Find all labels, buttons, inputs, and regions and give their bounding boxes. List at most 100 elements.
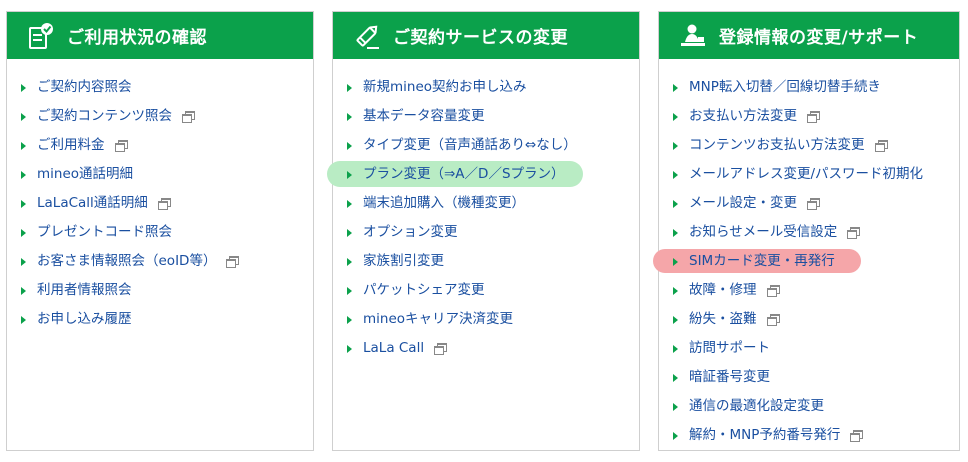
link-label[interactable]: MNP転入切替／回線切替手続き xyxy=(689,79,881,95)
link-label[interactable]: mineo通話明細 xyxy=(37,166,133,182)
list-item[interactable]: タイプ変更（音声通話あり⇔なし） xyxy=(333,131,639,160)
link-label[interactable]: 故障・修理 xyxy=(689,282,757,298)
list-item[interactable]: LaLa Call xyxy=(333,334,639,363)
list-item[interactable]: LaLaCall通話明細 xyxy=(7,189,313,218)
link-label[interactable]: 端末追加購入（機種変更） xyxy=(363,195,525,211)
person-desk-icon xyxy=(679,21,707,51)
external-window-icon xyxy=(766,314,780,326)
list-item-highlighted[interactable]: プラン変更（⇒A／D／Sプラン） xyxy=(327,160,639,189)
list-item[interactable]: 家族割引変更 xyxy=(333,247,639,276)
panel-title: ご利用状況の確認 xyxy=(67,28,207,48)
link-label[interactable]: お客さま情報照会（eoID等） xyxy=(37,253,216,269)
arrow-right-icon xyxy=(21,113,26,121)
arrow-right-icon xyxy=(673,142,678,150)
link-label[interactable]: タイプ変更（音声通話あり⇔なし） xyxy=(363,137,577,153)
list-item[interactable]: パケットシェア変更 xyxy=(333,276,639,305)
link-label[interactable]: オプション変更 xyxy=(363,224,458,240)
panel-registration-support: 登録情報の変更/サポート MNP転入切替／回線切替手続き お支払い方法変更 コン… xyxy=(653,11,960,451)
list-item[interactable]: 通信の最適化設定変更 xyxy=(659,392,959,421)
panel-header: 登録情報の変更/サポート xyxy=(659,12,959,59)
link-label[interactable]: LaLa Call xyxy=(363,340,424,356)
link-list: ご契約内容照会 ご契約コンテンツ照会 ご利用料金 mineo通話明細 LaLaC… xyxy=(7,59,313,334)
list-item[interactable]: 端末追加購入（機種変更） xyxy=(333,189,639,218)
link-list: MNP転入切替／回線切替手続き お支払い方法変更 コンテンツお支払い方法変更 メ… xyxy=(653,59,959,450)
link-label[interactable]: 紛失・盗難 xyxy=(689,311,757,327)
arrow-right-icon xyxy=(347,287,352,295)
link-label[interactable]: ご契約コンテンツ照会 xyxy=(37,108,172,124)
external-window-icon xyxy=(807,111,820,123)
list-item[interactable]: お申し込み履歴 xyxy=(7,305,313,334)
list-item[interactable]: メール設定・変更 xyxy=(659,189,959,218)
link-label[interactable]: 暗証番号変更 xyxy=(689,369,770,385)
external-window-icon xyxy=(807,198,820,210)
arrow-right-icon xyxy=(347,229,352,237)
arrow-right-icon xyxy=(347,171,352,179)
list-item[interactable]: お知らせメール受信設定 xyxy=(659,218,959,247)
list-item[interactable]: お支払い方法変更 xyxy=(659,102,959,131)
panel-title: 登録情報の変更/サポート xyxy=(719,28,919,48)
list-item[interactable]: mineo通話明細 xyxy=(7,160,313,189)
list-item[interactable]: プレゼントコード照会 xyxy=(7,218,313,247)
link-label[interactable]: メールアドレス変更/パスワード初期化 xyxy=(689,166,923,182)
list-item[interactable]: 新規mineo契約お申し込み xyxy=(333,73,639,102)
list-item[interactable]: 訪問サポート xyxy=(659,334,959,363)
link-label[interactable]: コンテンツお支払い方法変更 xyxy=(689,137,865,153)
arrow-right-icon xyxy=(21,316,26,324)
list-item[interactable]: 紛失・盗難 xyxy=(659,305,959,334)
external-window-icon xyxy=(157,198,171,210)
link-label[interactable]: 新規mineo契約お申し込み xyxy=(363,79,527,95)
list-item[interactable]: ご契約コンテンツ照会 xyxy=(7,102,313,131)
arrow-right-icon xyxy=(347,200,352,208)
list-item[interactable]: 利用者情報照会 xyxy=(7,276,313,305)
list-item[interactable]: MNP転入切替／回線切替手続き xyxy=(659,73,959,102)
external-window-icon xyxy=(182,111,195,123)
link-label[interactable]: 利用者情報照会 xyxy=(37,282,132,298)
list-item[interactable]: ご利用料金 xyxy=(7,131,313,160)
list-item[interactable]: mineoキャリア決済変更 xyxy=(333,305,639,334)
external-window-icon xyxy=(847,227,861,239)
link-label[interactable]: パケットシェア変更 xyxy=(363,282,485,298)
link-label[interactable]: 家族割引変更 xyxy=(363,253,444,269)
arrow-right-icon xyxy=(347,142,352,150)
link-label[interactable]: ご契約内容照会 xyxy=(37,79,132,95)
list-item[interactable]: コンテンツお支払い方法変更 xyxy=(659,131,959,160)
arrow-right-icon xyxy=(673,374,678,382)
list-item[interactable]: メールアドレス変更/パスワード初期化 xyxy=(659,160,959,189)
link-label[interactable]: 基本データ容量変更 xyxy=(363,108,485,124)
link-label[interactable]: プレゼントコード照会 xyxy=(37,224,172,240)
list-item[interactable]: ご契約内容照会 xyxy=(7,73,313,102)
panel-header: ご契約サービスの変更 xyxy=(333,12,639,59)
panel-contract-change: ご契約サービスの変更 新規mineo契約お申し込み 基本データ容量変更 タイプ変… xyxy=(327,11,640,451)
link-label[interactable]: 訪問サポート xyxy=(689,340,770,356)
external-window-icon xyxy=(766,285,780,297)
link-label[interactable]: SIMカード変更・再発行 xyxy=(689,253,835,269)
arrow-right-icon xyxy=(347,316,352,324)
arrow-right-icon xyxy=(673,287,678,295)
link-label[interactable]: ご利用料金 xyxy=(37,137,105,153)
link-label[interactable]: mineoキャリア決済変更 xyxy=(363,311,513,327)
link-list: 新規mineo契約お申し込み 基本データ容量変更 タイプ変更（音声通話あり⇔なし… xyxy=(327,59,639,363)
list-item[interactable]: 暗証番号変更 xyxy=(659,363,959,392)
link-label[interactable]: LaLaCall通話明細 xyxy=(37,195,148,211)
arrow-right-icon xyxy=(673,113,678,121)
link-label[interactable]: プラン変更（⇒A／D／Sプラン） xyxy=(363,166,565,182)
pencil-edit-icon xyxy=(353,21,381,51)
list-item[interactable]: お客さま情報照会（eoID等） xyxy=(7,247,313,276)
arrow-right-icon xyxy=(21,287,26,295)
link-label[interactable]: お支払い方法変更 xyxy=(689,108,797,124)
link-label[interactable]: 解約・MNP予約番号発行 xyxy=(689,427,840,443)
link-label[interactable]: 通信の最適化設定変更 xyxy=(689,398,824,414)
link-label[interactable]: お知らせメール受信設定 xyxy=(689,224,837,240)
link-label[interactable]: お申し込み履歴 xyxy=(37,311,132,327)
arrow-right-icon xyxy=(673,258,678,266)
external-window-icon xyxy=(114,140,128,152)
list-item[interactable]: 解約・MNP予約番号発行 xyxy=(659,421,959,450)
list-item[interactable]: 基本データ容量変更 xyxy=(333,102,639,131)
link-label[interactable]: メール設定・変更 xyxy=(689,195,797,211)
list-item[interactable]: 故障・修理 xyxy=(659,276,959,305)
arrow-right-icon xyxy=(673,432,678,440)
external-window-icon xyxy=(874,140,888,152)
list-item[interactable]: オプション変更 xyxy=(333,218,639,247)
list-item-highlighted[interactable]: SIMカード変更・再発行 xyxy=(653,247,959,276)
arrow-right-icon xyxy=(21,200,26,208)
